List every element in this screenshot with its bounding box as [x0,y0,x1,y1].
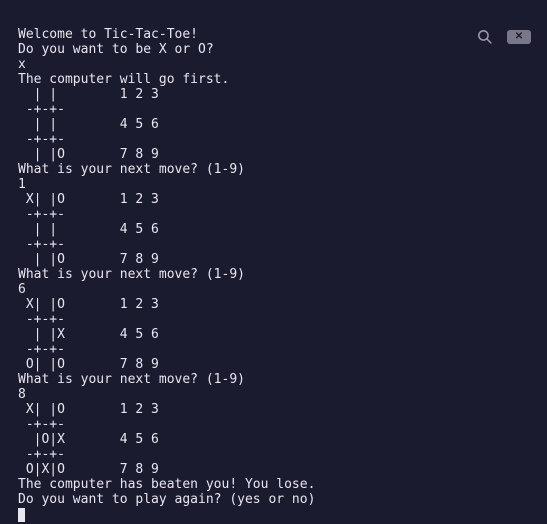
terminal-cursor [18,508,25,522]
terminal-output[interactable]: Welcome to Tic-Tac-Toe! Do you want to b… [18,27,531,522]
terminal-window: ✕ Welcome to Tic-Tac-Toe! Do you want to… [0,0,547,524]
terminal-toolbar: ✕ [476,28,531,45]
close-x-glyph: ✕ [515,32,523,42]
search-icon[interactable] [476,28,493,45]
clear-icon[interactable]: ✕ [507,30,531,44]
